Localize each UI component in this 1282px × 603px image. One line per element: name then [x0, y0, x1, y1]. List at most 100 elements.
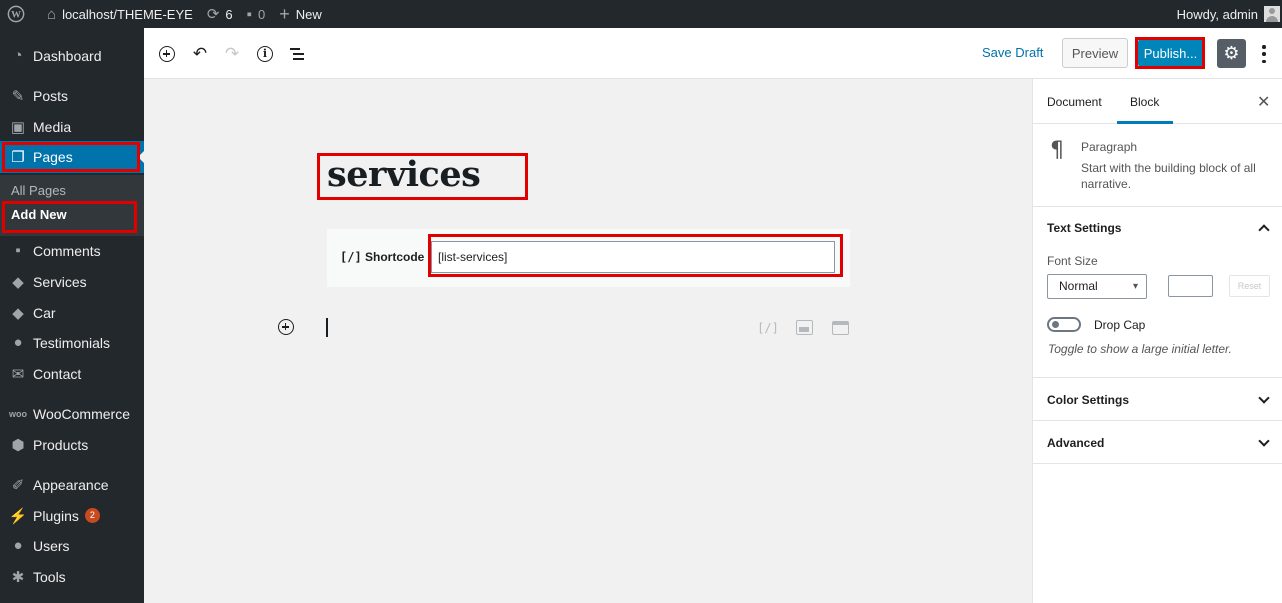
chevron-down-icon[interactable] [1257, 436, 1271, 450]
drop-cap-toggle[interactable] [1047, 317, 1081, 332]
new-label: New [295, 6, 322, 22]
sidebar-item-media[interactable]: ▣ Media [0, 111, 144, 142]
add-block-icon[interactable] [156, 43, 178, 65]
plugin-icon: ⚡ [8, 507, 28, 525]
sidebar-item-label: Comments [33, 242, 101, 259]
wrench-icon: ✱ [11, 568, 25, 586]
tab-block[interactable]: Block [1130, 95, 1159, 109]
box-icon: ⬢ [11, 436, 25, 454]
updates-link[interactable]: ⟳ 6 [201, 0, 241, 28]
site-name: localhost/THEME-EYE [62, 6, 193, 22]
sidebar-item-label: WooCommerce [33, 405, 130, 422]
publish-label: Publish... [1143, 45, 1198, 61]
site-name-link[interactable]: ⌂ localhost/THEME-EYE [33, 0, 201, 28]
comments-count: 0 [257, 6, 266, 22]
pin-icon: ✎ [11, 87, 25, 105]
editor-canvas: services [/] Shortcode [list-services] [… [144, 79, 1032, 603]
inline-add-block-icon[interactable] [278, 319, 294, 335]
sidebar-item-label: Pages [33, 149, 73, 165]
post-title[interactable]: services [327, 154, 481, 195]
submenu-all-pages[interactable]: All Pages [11, 183, 66, 198]
reset-button[interactable]: Reset [1229, 275, 1270, 297]
drop-cap-help: Toggle to show a large initial letter. [1048, 342, 1232, 356]
advanced-panel[interactable]: Advanced [1033, 421, 1282, 464]
sidebar-item-label: Services [33, 273, 87, 290]
drop-cap-label: Drop Cap [1094, 318, 1146, 332]
preview-button[interactable]: Preview [1062, 38, 1128, 68]
shortcode-icon[interactable]: [/] [757, 319, 779, 336]
updates-icon: ⟳ [206, 6, 220, 23]
text-settings-toggle[interactable]: Text Settings [1047, 221, 1121, 235]
shortcode-label: Shortcode [365, 250, 425, 264]
avatar [1264, 6, 1280, 22]
sidebar-item-testimonials[interactable]: ● Testimonials [0, 327, 144, 358]
pages-icon: ❐ [11, 149, 25, 166]
font-size-label: Font Size [1047, 254, 1098, 268]
advanced-toggle[interactable]: Advanced [1047, 436, 1104, 450]
undo-icon[interactable]: ↶ [189, 43, 211, 65]
chevron-up-icon[interactable] [1257, 221, 1271, 235]
shortcode-input[interactable]: [list-services] [431, 241, 835, 273]
redo-icon[interactable]: ↷ [221, 43, 243, 65]
sidebar-item-users[interactable]: ● Users [0, 530, 144, 561]
info-icon[interactable]: i [254, 43, 276, 65]
woo-icon: woo [9, 408, 27, 419]
settings-gear-icon[interactable]: ⚙ [1217, 39, 1246, 68]
sidebar-item-woocommerce[interactable]: woo WooCommerce [0, 398, 144, 429]
sidebar-item-label: Users [33, 537, 70, 554]
save-draft-button[interactable]: Save Draft [982, 45, 1043, 60]
sidebar-item-label: Testimonials [33, 334, 111, 351]
custom-font-size-input[interactable] [1168, 275, 1213, 297]
shortcode-icon: [/] [340, 250, 362, 264]
font-size-select[interactable]: Normal [1047, 274, 1147, 299]
more-options-icon[interactable] [1256, 43, 1272, 65]
publish-button[interactable]: Publish... [1138, 39, 1203, 67]
block-navigation-icon[interactable] [286, 43, 308, 65]
tab-document[interactable]: Document [1047, 95, 1102, 109]
sidebar-item-label: Contact [33, 365, 82, 382]
editor-toolbar: ↶ ↷ i Save Draft Preview Publish... ⚙ [144, 28, 1282, 79]
sidebar-item-contact[interactable]: ✉ Contact [0, 358, 144, 389]
chevron-down-icon[interactable] [1257, 393, 1271, 407]
comment-bubble-icon: ▪ [246, 5, 252, 23]
brush-icon: ✐ [11, 476, 25, 494]
home-icon: ⌂ [47, 5, 57, 23]
settings-sidebar: Document Block ✕ ¶ Paragraph Start with … [1032, 79, 1282, 603]
user-icon: ● [13, 537, 23, 554]
dashboard-icon: ◔ [13, 47, 23, 64]
sidebar-item-pages[interactable]: ❐ Pages [0, 141, 144, 173]
sidebar-item-tools[interactable]: ✱ Tools [0, 561, 144, 592]
sidebar-item-car[interactable]: ◆ Car [0, 297, 144, 328]
sidebar-item-appearance[interactable]: ✐ Appearance [0, 469, 144, 500]
block-description: Start with the building block of all nar… [1081, 161, 1256, 191]
cover-icon[interactable] [830, 319, 850, 336]
image-icon[interactable] [794, 319, 814, 336]
color-settings-panel[interactable]: Color Settings [1033, 378, 1282, 421]
sidebar-item-services[interactable]: ◆ Services [0, 266, 144, 297]
submenu-add-new[interactable]: Add New [11, 207, 67, 222]
new-content-link[interactable]: + New [273, 0, 330, 28]
media-icon: ▣ [10, 118, 26, 136]
wordpress-logo-icon[interactable]: W [0, 0, 33, 28]
shortcode-block[interactable]: [/] Shortcode [list-services] [327, 229, 850, 287]
sidebar-item-label: Car [33, 304, 56, 321]
mail-icon: ✉ [11, 365, 25, 383]
sidebar-item-dashboard[interactable]: ◔ Dashboard [0, 40, 144, 71]
my-account[interactable]: Howdy, admin [1177, 6, 1282, 22]
comments-link[interactable]: ▪ 0 [241, 0, 274, 28]
sidebar-item-label: Posts [33, 87, 69, 104]
greeting: Howdy, admin [1176, 6, 1258, 22]
sidebar-item-label: Tools [33, 568, 66, 585]
sidebar-item-comments[interactable]: ▪ Comments [0, 235, 144, 266]
comment-icon: ▪ [15, 242, 21, 259]
color-settings-toggle[interactable]: Color Settings [1047, 393, 1129, 407]
tag-icon: ◆ [12, 304, 24, 322]
sidebar-item-posts[interactable]: ✎ Posts [0, 80, 144, 111]
sidebar-item-label: Plugins [33, 507, 79, 524]
text-cursor [326, 318, 328, 337]
tag-icon: ◆ [12, 273, 24, 291]
sidebar-item-plugins[interactable]: ⚡ Plugins 2 [0, 500, 144, 531]
sidebar-item-label: Dashboard [33, 47, 102, 64]
sidebar-item-products[interactable]: ⬢ Products [0, 429, 144, 460]
close-icon[interactable]: ✕ [1257, 92, 1270, 112]
